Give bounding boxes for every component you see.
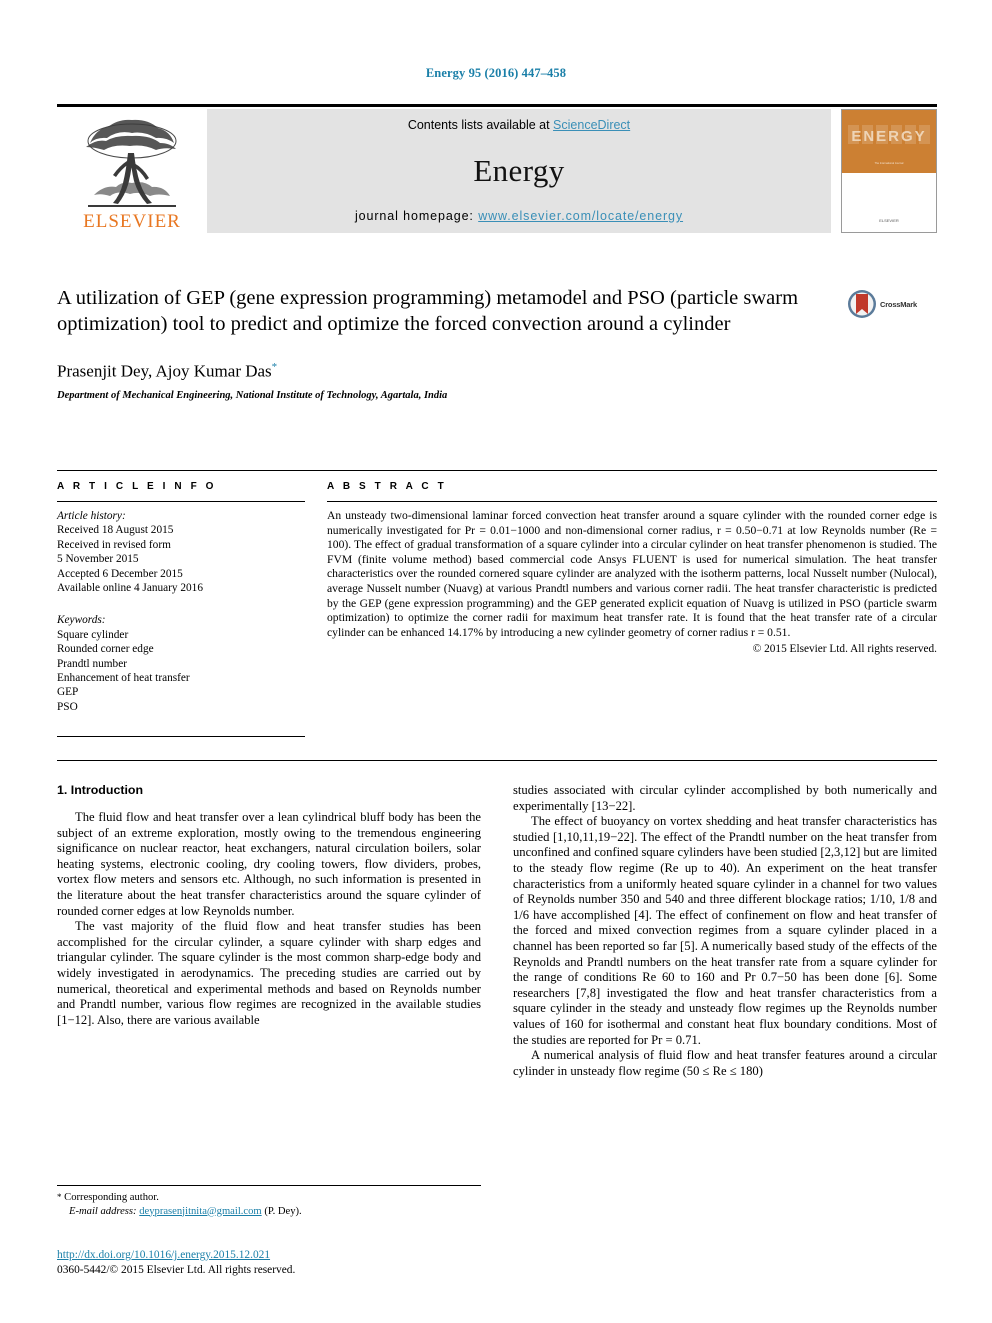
cover-top-panel: ENERGY The International Journal [842,110,936,174]
journal-homepage-link[interactable]: www.elsevier.com/locate/energy [478,209,683,223]
journal-title: Energy [473,152,565,188]
elsevier-wordmark: ELSEVIER [83,211,181,232]
history-item: 5 November 2015 [57,553,139,566]
keyword-item: Enhancement of heat transfer [57,672,190,685]
corresponding-author-line: * Corresponding author. [57,1191,481,1205]
keyword-item: Prandtl number [57,657,127,670]
body-columns: 1. Introduction The fluid flow and heat … [57,783,937,1079]
journal-banner: ELSEVIER Contents lists available at Sci… [57,104,937,233]
issn-copyright-line: 0360-5442/© 2015 Elsevier Ltd. All right… [57,1264,296,1276]
elsevier-logo: ELSEVIER [57,109,207,233]
history-item: Received 18 August 2015 [57,524,174,537]
footnote-block: * Corresponding author. E-mail address: … [57,1185,481,1218]
paper-page: Energy 95 (2016) 447–458 ELSEVIER Conten… [0,0,992,1323]
email-link[interactable]: deyprasenjitnita@gmail.com [139,1206,261,1217]
paragraph: A numerical analysis of fluid flow and h… [513,1048,937,1078]
homepage-prefix: journal homepage: [354,209,479,223]
keywords-label: Keywords: [57,614,106,627]
page-title: A utilization of GEP (gene expression pr… [57,287,799,335]
body-column-right: studies associated with circular cylinde… [513,783,937,1079]
history-item: Accepted 6 December 2015 [57,567,183,580]
paragraph: The vast majority of the fluid flow and … [57,919,481,1027]
corresponding-marker: * [57,1192,62,1202]
abstract-column: A B S T R A C T An unsteady two-dimensio… [327,481,937,714]
abstract-copyright: © 2015 Elsevier Ltd. All rights reserved… [752,643,937,656]
doi-link[interactable]: http://dx.doi.org/10.1016/j.energy.2015.… [57,1249,270,1261]
article-info-heading: A R T I C L E I N F O [57,481,217,492]
email-line: E-mail address: deyprasenjitnita@gmail.c… [57,1205,481,1219]
keyword-item: Square cylinder [57,628,129,641]
crossmark-label: CrossMark [880,299,917,309]
cover-publisher-label: ELSEVIER [879,217,899,223]
history-item: Received in revised form [57,538,171,551]
article-info-column: A R T I C L E I N F O Article history: R… [57,481,305,714]
crossmark-badge[interactable]: CrossMark [847,289,937,319]
keywords-block: Keywords: Square cylinder Rounded corner… [57,613,305,714]
info-block-bottom-rule [57,760,937,761]
affiliation: Department of Mechanical Engineering, Na… [57,389,448,401]
keywords-bottom-rule [57,736,305,737]
paragraph: studies associated with circular cylinde… [513,783,937,813]
body-column-left: 1. Introduction The fluid flow and heat … [57,783,481,1079]
running-head: Energy 95 (2016) 447–458 [425,66,567,80]
cover-journal-title: ENERGY [851,127,927,145]
article-history: Article history: Received 18 August 2015… [57,509,305,595]
abstract-text: An unsteady two-dimensional laminar forc… [327,509,937,639]
title-area: A utilization of GEP (gene expression pr… [57,285,937,401]
keyword-item: GEP [57,686,79,699]
sciencedirect-link[interactable]: ScienceDirect [553,118,630,132]
history-item: Available online 4 January 2016 [57,582,203,595]
cover-subtitle: The International Journal [874,161,904,165]
keyword-item: Rounded corner edge [57,643,154,656]
author-correspondence-marker: * [271,361,278,373]
abstract-heading: A B S T R A C T [327,481,447,492]
section-heading-introduction: 1. Introduction [57,783,144,797]
corresponding-label: Corresponding author. [64,1192,159,1203]
journal-cover-thumbnail: ENERGY The International Journal ELSEVIE… [841,109,937,233]
contents-prefix: Contents lists available at [407,118,554,132]
journal-homepage-line: journal homepage: www.elsevier.com/locat… [355,209,683,223]
cover-bottom-panel: ELSEVIER [842,173,936,232]
abstract-rule [327,501,937,502]
email-label: E-mail address: [69,1205,137,1217]
contents-available-line: Contents lists available at ScienceDirec… [408,118,630,132]
doi-block: http://dx.doi.org/10.1016/j.energy.2015.… [57,1248,557,1278]
info-abstract-block: A R T I C L E I N F O Article history: R… [57,470,937,714]
keyword-item: PSO [57,700,78,713]
elsevier-tree-icon [86,119,177,207]
crossmark-icon [848,290,876,318]
email-suffix: (P. Dey). [264,1205,302,1217]
article-info-rule [57,501,305,502]
banner-center: Contents lists available at ScienceDirec… [207,109,831,233]
paragraph: The effect of buoyancy on vortex sheddin… [513,814,937,1047]
author-list: Prasenjit Dey, Ajoy Kumar Das* [57,361,937,382]
authors-names: Prasenjit Dey, Ajoy Kumar Das [57,361,272,381]
article-history-label: Article history: [57,510,126,522]
paragraph: The fluid flow and heat transfer over a … [57,810,481,918]
